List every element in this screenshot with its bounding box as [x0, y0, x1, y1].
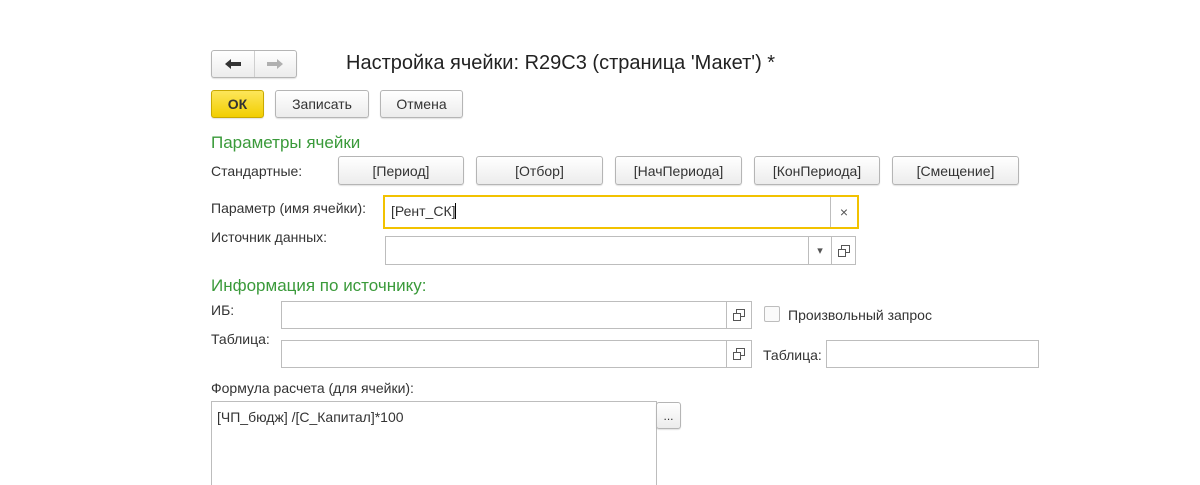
- arbitrary-query-label: Произвольный запрос: [788, 307, 932, 323]
- arrow-left-icon: [224, 59, 241, 69]
- source-dropdown-button[interactable]: ▾: [808, 237, 831, 264]
- source-input[interactable]: ▾: [385, 236, 856, 265]
- standard-period-button[interactable]: [Период]: [338, 156, 464, 185]
- formula-select-button[interactable]: ...: [656, 402, 681, 429]
- chevron-down-icon: ▾: [817, 245, 823, 257]
- table-input[interactable]: [281, 340, 752, 368]
- arrow-right-icon: [267, 59, 284, 69]
- table-open-button[interactable]: [726, 341, 751, 367]
- param-label: Параметр (имя ячейки):: [211, 200, 367, 216]
- ib-open-button[interactable]: [726, 302, 751, 328]
- cancel-button[interactable]: Отмена: [380, 90, 463, 118]
- standard-period-end-button[interactable]: [КонПериода]: [754, 156, 880, 185]
- standard-label: Стандартные:: [211, 163, 303, 179]
- standard-filter-button[interactable]: [Отбор]: [476, 156, 603, 185]
- save-button[interactable]: Записать: [275, 90, 369, 118]
- table-label: Таблица:: [211, 331, 270, 347]
- window-title: Настройка ячейки: R29C3 (страница 'Макет…: [346, 52, 776, 74]
- open-window-icon: [733, 348, 745, 360]
- param-input[interactable]: [Рент_СК] ×: [383, 195, 859, 229]
- open-window-icon: [837, 244, 850, 257]
- clear-param-button[interactable]: ×: [830, 197, 857, 227]
- history-nav: [211, 50, 297, 78]
- source-open-button[interactable]: [831, 237, 855, 264]
- table2-label: Таблица:: [763, 347, 822, 363]
- text-caret: [455, 203, 457, 219]
- formula-value: [ЧП_бюдж] /[С_Капитал]*100: [217, 409, 404, 425]
- formula-label: Формула расчета (для ячейки):: [211, 380, 414, 396]
- ib-input[interactable]: [281, 301, 752, 329]
- arbitrary-query-checkbox[interactable]: [764, 306, 780, 322]
- formula-textarea[interactable]: [ЧП_бюдж] /[С_Капитал]*100: [211, 401, 657, 485]
- cell-params-section-title: Параметры ячейки: [211, 133, 361, 152]
- standard-period-start-button[interactable]: [НачПериода]: [615, 156, 742, 185]
- clear-icon: ×: [839, 204, 849, 220]
- ok-button[interactable]: ОК: [211, 90, 264, 118]
- standard-offset-button[interactable]: [Смещение]: [892, 156, 1019, 185]
- open-window-icon: [733, 309, 745, 321]
- forward-button[interactable]: [253, 51, 297, 77]
- back-button[interactable]: [212, 51, 254, 77]
- ib-label: ИБ:: [211, 302, 235, 318]
- source-label: Источник данных:: [211, 229, 328, 245]
- param-value: [Рент_СК]: [391, 203, 456, 219]
- source-info-section-title: Информация по источнику:: [211, 276, 427, 295]
- table2-input[interactable]: [826, 340, 1039, 368]
